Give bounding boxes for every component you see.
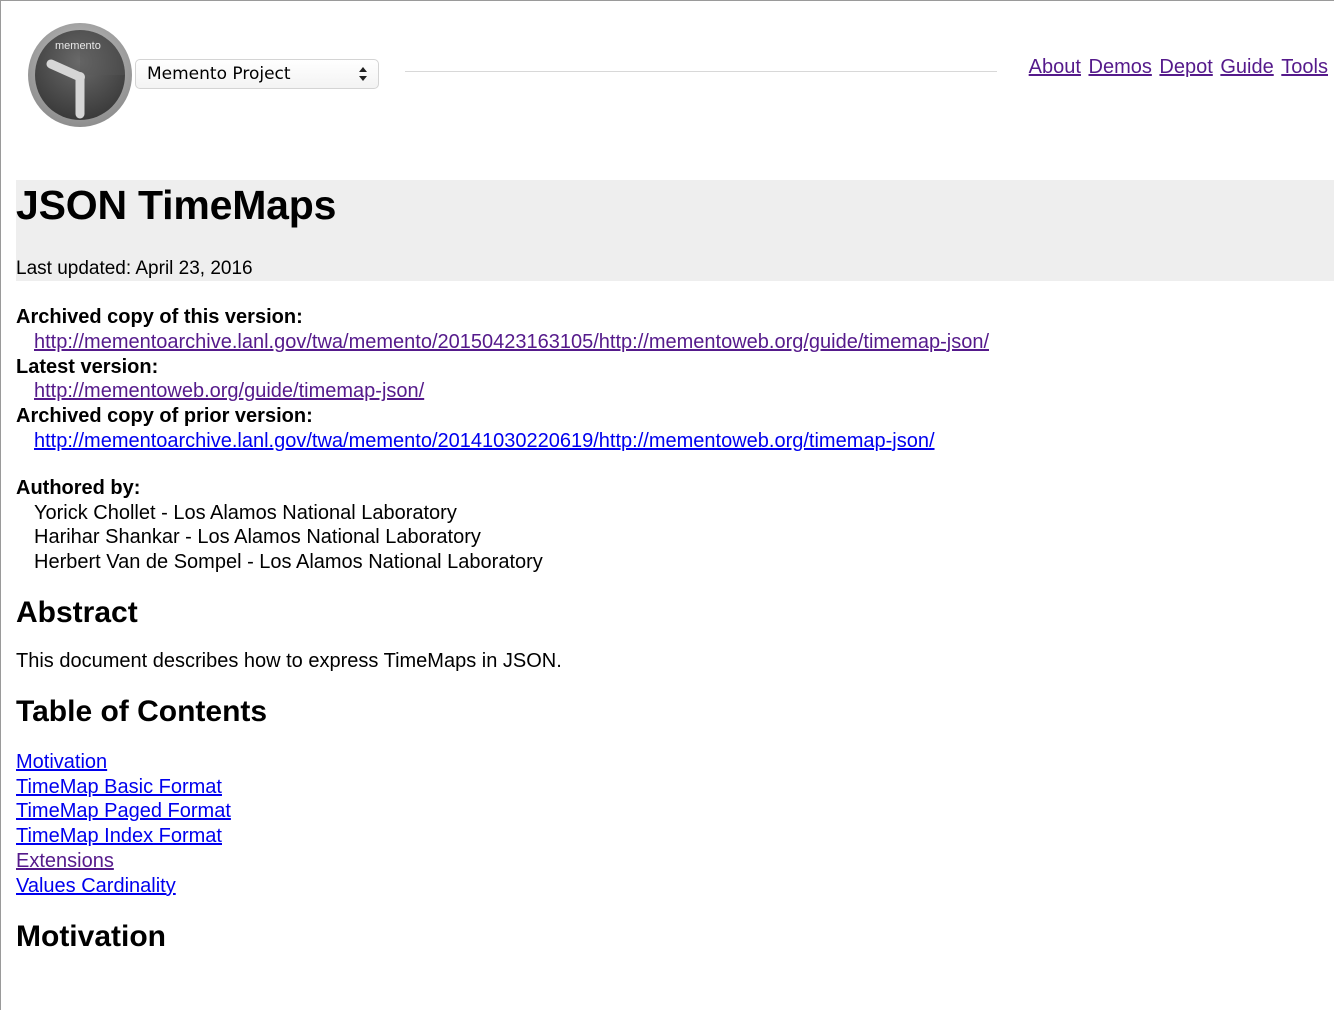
toc-link-basic-format[interactable]: TimeMap Basic Format [16,775,222,800]
title-block: JSON TimeMaps Last updated: April 23, 20… [16,180,1334,281]
abstract-heading: Abstract [16,595,138,629]
project-select[interactable]: Memento Project [135,59,379,89]
project-select-value: Memento Project [147,64,291,84]
nav-guide[interactable]: Guide [1220,56,1273,78]
toc-link-paged-format[interactable]: TimeMap Paged Format [16,799,231,824]
nav-about[interactable]: About [1029,56,1081,78]
toc-link-motivation[interactable]: Motivation [16,750,107,775]
versions-section: Archived copy of this version: http://me… [16,305,1316,454]
author-item: Yorick Chollet - Los Alamos National Lab… [34,501,457,524]
prior-version-label: Archived copy of prior version: [16,405,313,428]
toc-link-extensions[interactable]: Extensions [16,849,114,874]
latest-version-label: Latest version: [16,355,159,378]
archived-copy-label: Archived copy of this version: [16,306,303,328]
main-content: Archived copy of this version: http://me… [16,305,1316,957]
nav-tools[interactable]: Tools [1281,56,1328,78]
last-updated: Last updated: April 23, 2016 [16,258,253,279]
nav-depot[interactable]: Depot [1159,56,1212,78]
authors-section: Authored by: Yorick Chollet - Los Alamos… [16,476,1316,575]
author-item: Harihar Shankar - Los Alamos National La… [34,526,481,549]
nav-demos[interactable]: Demos [1089,56,1152,78]
motivation-heading: Motivation [16,919,166,953]
top-nav: About Demos Depot Guide Tools [1027,56,1328,79]
select-arrows-icon [359,67,367,81]
page-title: JSON TimeMaps [16,182,337,228]
toc-list: Motivation TimeMap Basic Format TimeMap … [16,750,1316,899]
toc-heading: Table of Contents [16,694,268,728]
header-divider [405,71,997,72]
archived-copy-link[interactable]: http://mementoarchive.lanl.gov/twa/memen… [34,331,989,353]
prior-version-link[interactable]: http://mementoarchive.lanl.gov/twa/memen… [34,430,935,452]
logo-text: memento [55,40,101,52]
abstract-text: This document describes how to express T… [16,649,562,672]
toc-link-values-cardinality[interactable]: Values Cardinality [16,874,176,899]
toc-link-index-format[interactable]: TimeMap Index Format [16,824,222,849]
author-item: Herbert Van de Sompel - Los Alamos Natio… [34,551,543,574]
memento-logo[interactable]: memento [27,22,133,128]
latest-version-link[interactable]: http://mementoweb.org/guide/timemap-json… [34,380,424,402]
clock-icon [28,23,132,127]
authors-label: Authored by: [16,476,141,499]
